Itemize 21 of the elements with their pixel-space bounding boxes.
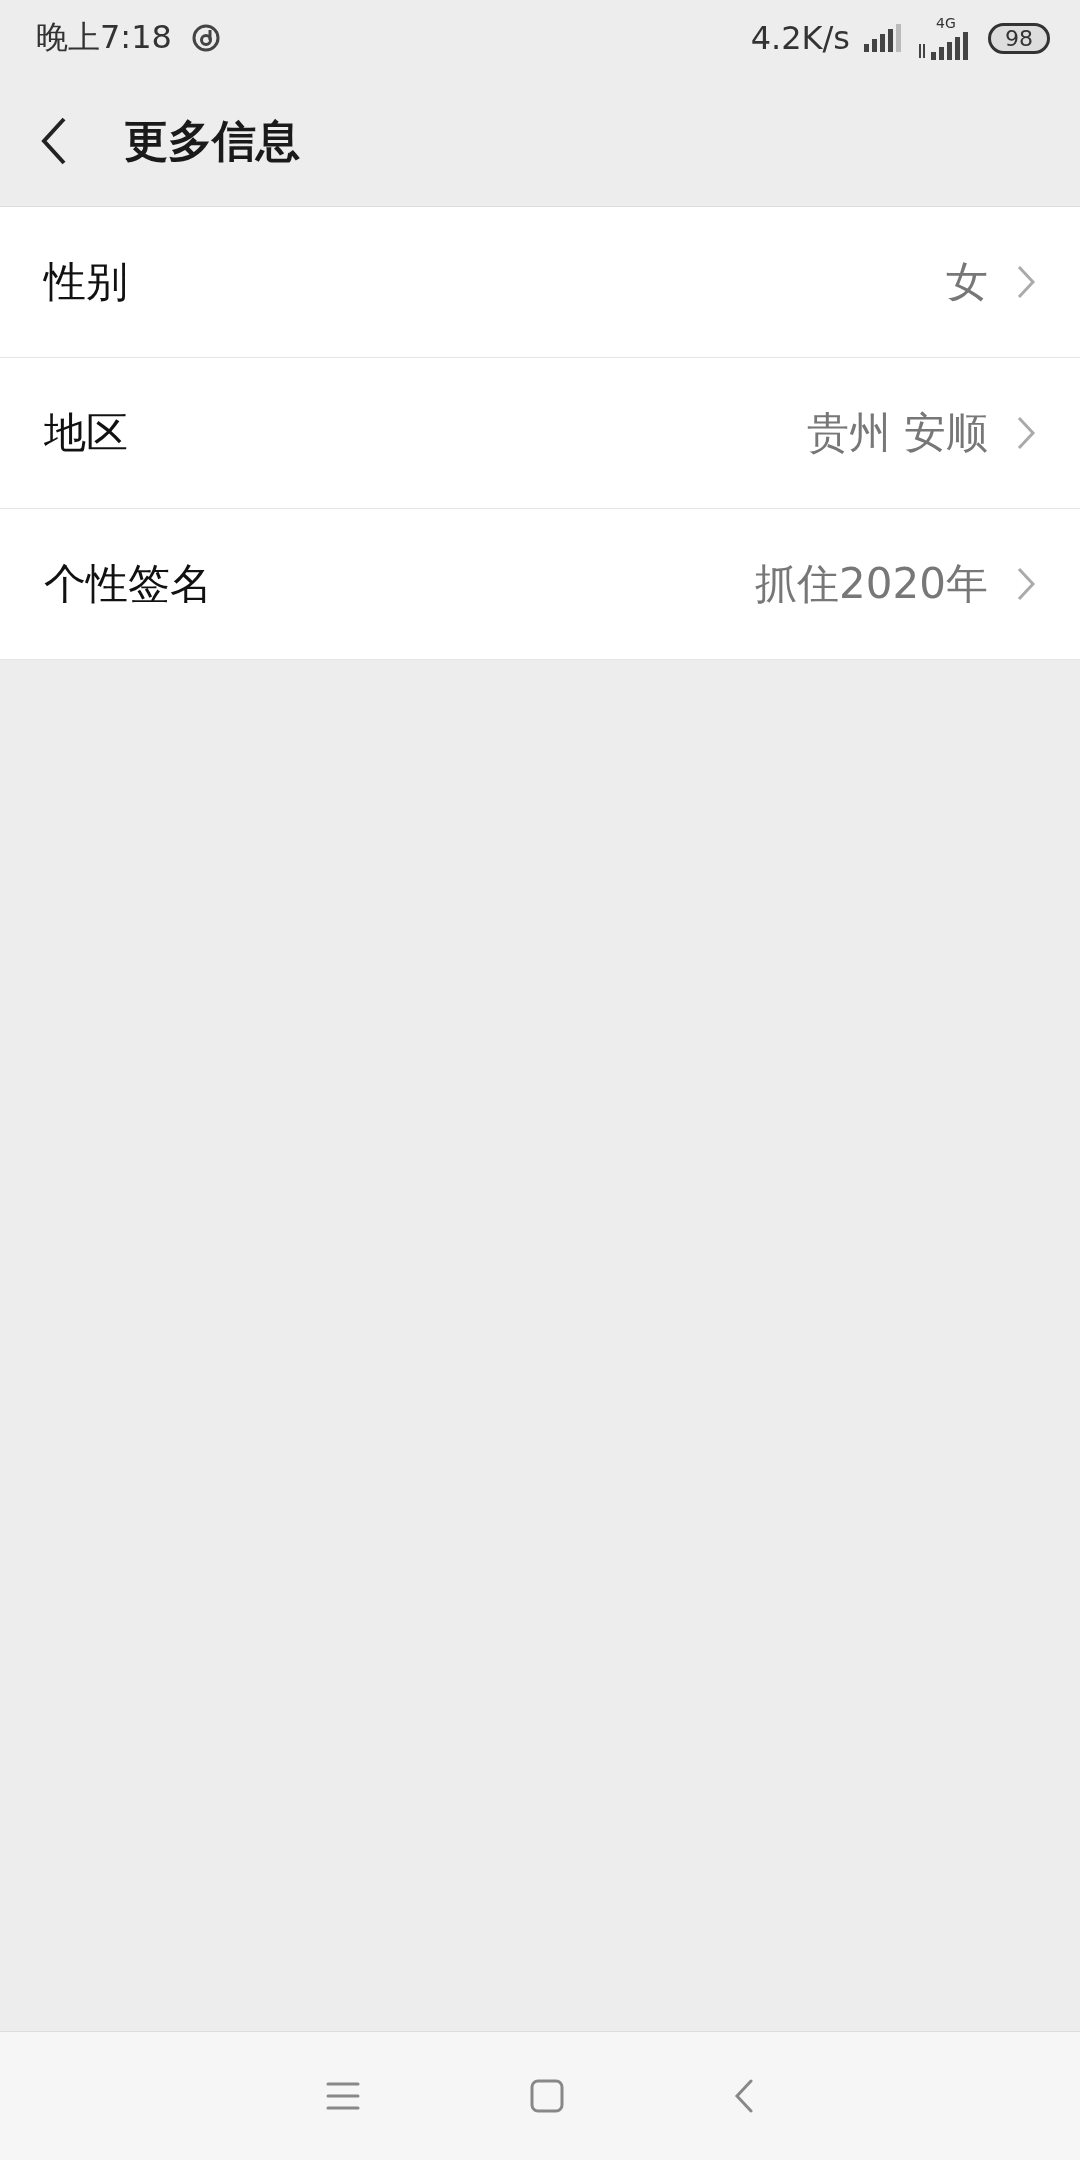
home-icon[interactable] <box>530 2079 564 2113</box>
back-icon[interactable] <box>40 117 68 165</box>
item-label: 性别 <box>44 256 129 308</box>
page-title: 更多信息 <box>124 113 300 168</box>
network-type: 4G <box>936 16 956 30</box>
chevron-icon <box>1016 567 1036 601</box>
chevron-icon <box>1016 265 1036 299</box>
battery-indicator: 98 <box>988 22 1050 54</box>
list-item[interactable]: 个性签名 抓住2020年 <box>0 509 1080 660</box>
network-speed: 4.2K/s <box>750 19 850 57</box>
signal-icon <box>864 24 904 52</box>
item-label: 地区 <box>44 407 129 459</box>
menu-icon[interactable] <box>326 2081 360 2111</box>
list-item[interactable]: 性别 女 <box>0 207 1080 358</box>
item-value: 贵州 安顺 <box>806 407 988 459</box>
status-time: 晚上7:18 <box>36 17 172 58</box>
item-value: 抓住2020年 <box>755 558 988 610</box>
item-label: 个性签名 <box>44 558 213 610</box>
item-value: 女 <box>946 256 988 308</box>
list-item[interactable]: 地区 贵州 安顺 <box>0 358 1080 509</box>
chevron-icon <box>1016 416 1036 450</box>
